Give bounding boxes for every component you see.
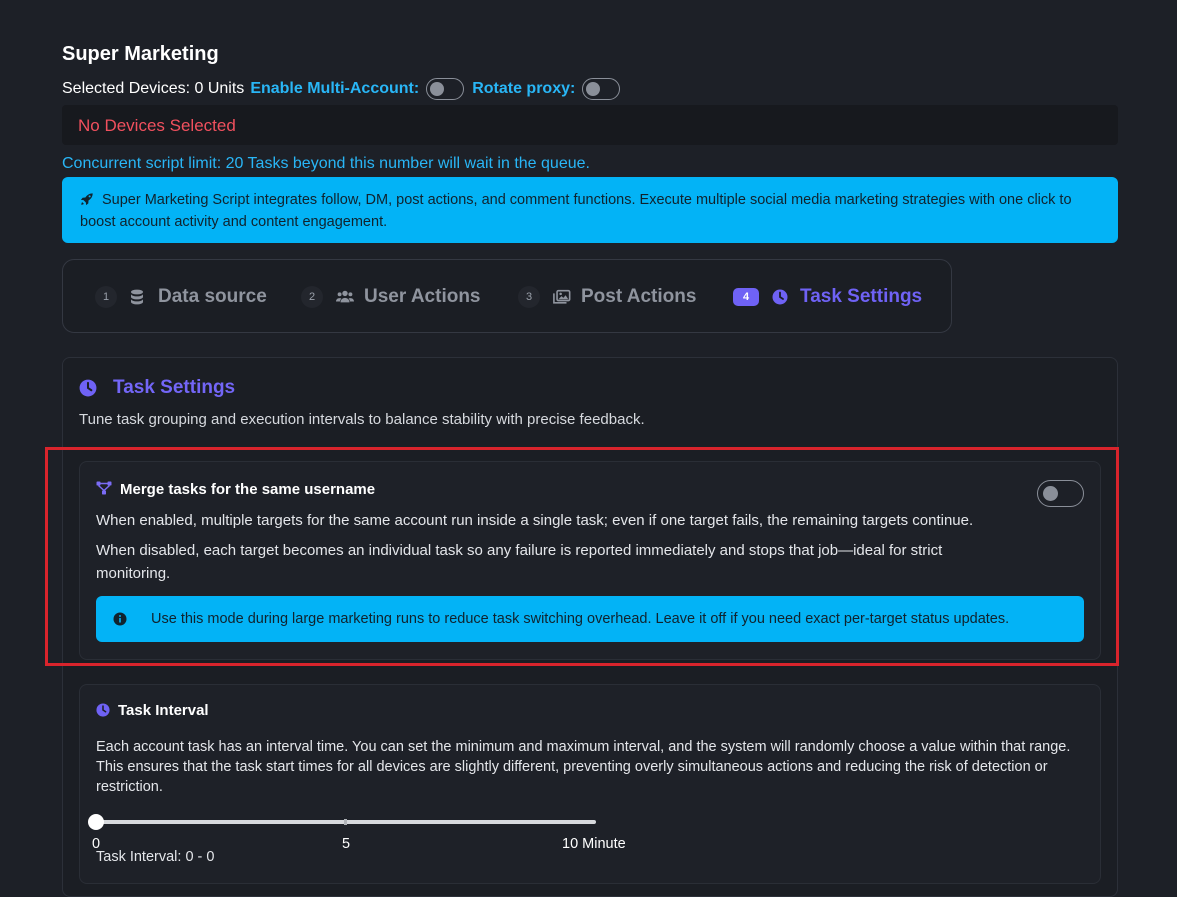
step-number: 1 [95,286,117,308]
step-task-settings[interactable]: 4 Task Settings [733,286,922,308]
task-settings-heading: Task Settings [79,376,235,400]
info-banner: Super Marketing Script integrates follow… [62,177,1118,243]
step-label: User Actions [364,286,481,307]
no-devices-message: No Devices Selected [78,116,236,135]
merge-tasks-title: Merge tasks for the same username [120,480,376,498]
merge-tip-banner: Use this mode during large marketing run… [96,596,1084,642]
section-title: Task Settings [113,377,236,398]
clock-icon [772,288,790,306]
step-number: 2 [301,286,323,308]
info-icon [113,612,127,626]
step-label: Data source [158,286,267,307]
slider-tick-mark [344,819,347,825]
multi-account-toggle[interactable] [426,78,465,100]
clock-icon [96,703,110,717]
task-interval-title: Task Interval [118,701,209,719]
page-title: Super Marketing [62,43,219,65]
slider-max-label: 10 Minute [562,836,626,852]
slider-mid-label: 5 [342,836,351,852]
interval-slider-handle[interactable] [88,814,104,830]
selected-devices-count: Selected Devices: 0 Units [62,80,245,97]
step-navigator: 1 Data source 2 User Actions 3 Post Acti… [62,259,952,333]
merge-tasks-heading: Merge tasks for the same username [96,480,375,498]
step-user-actions[interactable]: 2 User Actions [301,286,481,308]
clock-icon [79,379,97,397]
step-label: Post Actions [581,286,697,307]
database-icon [130,288,148,306]
devices-row: Selected Devices: 0 Units Enable Multi-A… [62,78,621,100]
merge-tasks-toggle[interactable] [1037,480,1084,507]
rocket-icon [80,192,96,212]
step-data-source[interactable]: 1 Data source [95,286,267,308]
step-post-actions[interactable]: 3 Post Actions [518,286,696,308]
rotate-proxy-toggle[interactable] [582,78,621,100]
step-number: 3 [518,286,540,308]
section-description: Tune task grouping and execution interva… [79,411,645,428]
device-selection-box[interactable]: No Devices Selected [62,105,1118,145]
interval-value-readout: Task Interval: 0 - 0 [96,849,215,865]
concurrent-limit-notice: Concurrent script limit: 20 Tasks beyond… [62,155,590,172]
merge-nodes-icon [96,481,112,497]
merge-tip-text: Use this mode during large marketing run… [151,611,1010,627]
images-icon [553,288,571,306]
task-interval-heading: Task Interval [96,701,209,719]
rotate-proxy-label: Rotate proxy: [472,80,576,97]
toggle-knob [586,82,601,96]
task-interval-description: Each account task has an interval time. … [96,739,1071,795]
multi-account-label: Enable Multi-Account: [250,80,420,97]
merge-disabled-description: When disabled, each target becomes an in… [96,542,943,582]
toggle-knob [430,82,445,96]
toggle-knob [1043,486,1058,501]
step-number: 4 [733,288,759,306]
users-icon [336,288,354,306]
banner-text: Super Marketing Script integrates follow… [80,192,1072,230]
merge-enabled-description: When enabled, multiple targets for the s… [96,512,974,529]
step-label: Task Settings [800,286,923,307]
